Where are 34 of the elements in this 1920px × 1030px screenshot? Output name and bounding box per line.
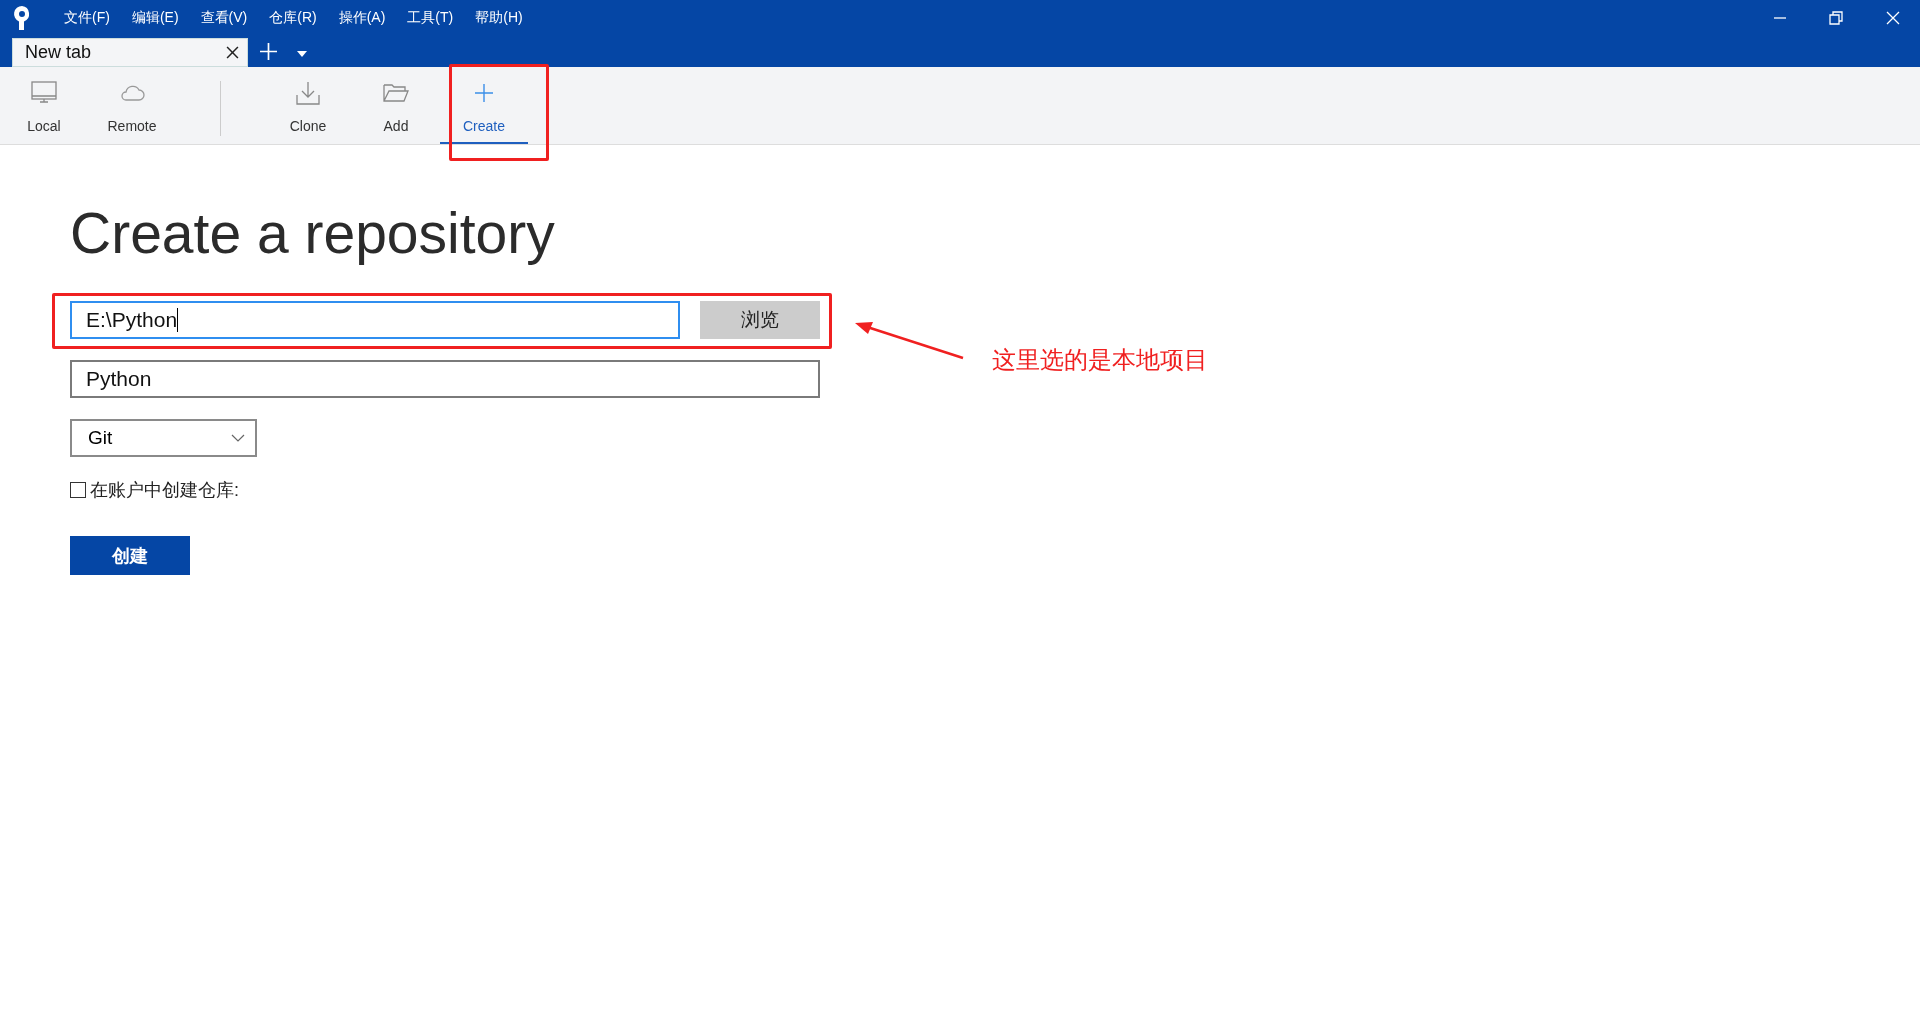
app-logo-icon — [12, 5, 32, 31]
menu-item[interactable]: 编辑(E) — [121, 9, 189, 27]
close-icon[interactable] — [1886, 11, 1900, 25]
toolbar-button[interactable]: Add — [352, 67, 440, 144]
toolbar-button[interactable]: Clone — [264, 67, 352, 144]
checkbox-label: 在账户中创建仓库: — [90, 479, 239, 502]
download-icon — [296, 81, 320, 105]
new-tab-icon[interactable] — [260, 43, 277, 60]
toolbar-button[interactable]: Create — [440, 67, 528, 144]
folder-icon — [383, 83, 409, 103]
name-field[interactable]: Python — [70, 360, 820, 398]
repo-type-dropdown[interactable]: Git — [70, 419, 257, 457]
page-heading: Create a repository — [70, 200, 556, 267]
toolbar-button[interactable]: Local — [0, 67, 88, 144]
restore-icon[interactable] — [1829, 11, 1843, 25]
dropdown-arrow-icon[interactable] — [297, 51, 307, 57]
create-button[interactable]: 创建 — [70, 536, 190, 575]
menu-item[interactable]: 工具(T) — [397, 9, 464, 27]
menu-item[interactable]: 操作(A) — [328, 9, 396, 27]
menu-item[interactable]: 仓库(R) — [259, 9, 327, 27]
tab[interactable]: New tab — [12, 38, 248, 67]
path-field[interactable]: E:\Python — [70, 301, 680, 339]
annotation-text: 这里选的是本地项目 — [992, 345, 1208, 375]
plus-icon — [474, 83, 494, 103]
menu-item[interactable]: 文件(F) — [54, 9, 120, 27]
toolbar-button[interactable]: Remote — [88, 67, 176, 144]
monitor-icon — [31, 81, 57, 105]
checkbox[interactable] — [70, 482, 86, 498]
close-tab-icon[interactable] — [226, 46, 239, 59]
browse-button[interactable]: 浏览 — [700, 301, 820, 339]
menu-item[interactable]: 帮助(H) — [465, 9, 533, 27]
cloud-icon — [119, 84, 145, 102]
menu-item[interactable]: 查看(V) — [190, 9, 258, 27]
chevron-down-icon — [231, 434, 245, 442]
